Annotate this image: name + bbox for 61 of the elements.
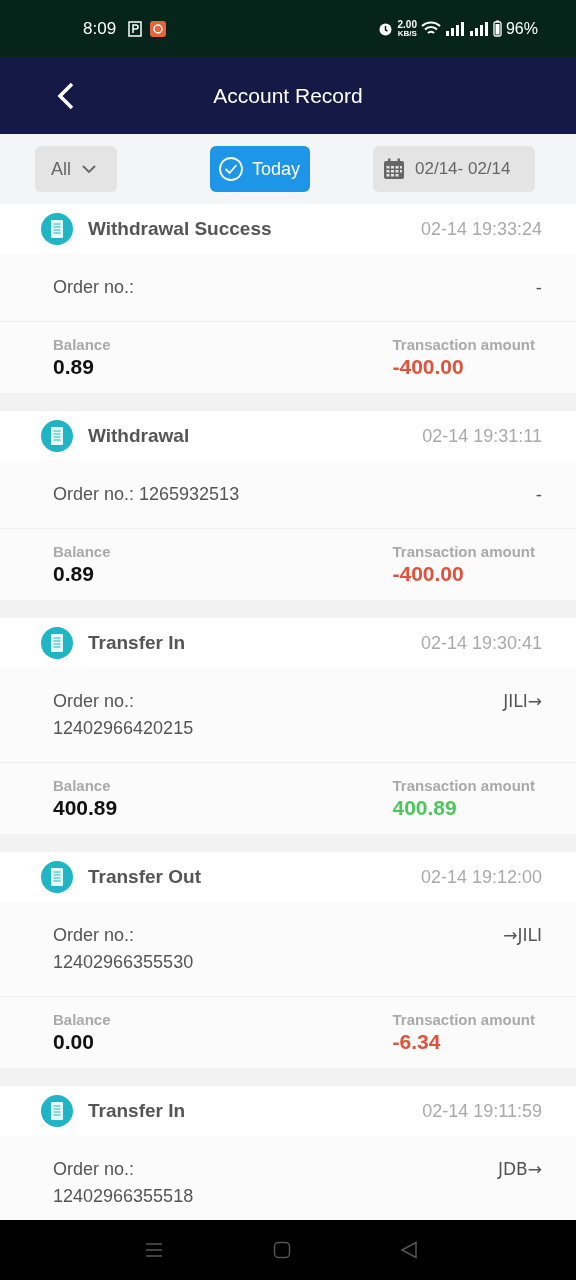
- transaction-amount: 400.89: [392, 796, 458, 820]
- balance-label: Balance: [53, 777, 112, 794]
- back-nav-icon[interactable]: [400, 1241, 418, 1259]
- record-title: Withdrawal: [88, 425, 191, 447]
- battery-icon: [492, 20, 502, 37]
- order-number: Order no.: 12402966355518: [53, 1158, 195, 1208]
- receipt-icon: [40, 626, 74, 660]
- record-title: Transfer Out: [88, 866, 202, 888]
- order-number: Order no.: 12402966355530: [53, 924, 195, 974]
- receipt-icon: [40, 1094, 74, 1128]
- page-title: Account Record: [213, 83, 363, 108]
- back-icon[interactable]: [56, 80, 76, 111]
- home-icon[interactable]: [272, 1241, 291, 1259]
- battery-level: 96%: [505, 19, 538, 38]
- record-title: Transfer In: [88, 1100, 187, 1122]
- parking-icon: [128, 20, 143, 37]
- transfer-channel: JDB→: [498, 1158, 542, 1181]
- receipt-icon: [40, 212, 74, 246]
- status-time: 8:09: [83, 18, 117, 39]
- balance-label: Balance: [53, 1011, 111, 1028]
- type-dropdown[interactable]: All: [35, 146, 117, 192]
- receipt-icon: [40, 419, 74, 453]
- transfer-channel: -: [535, 276, 542, 299]
- transfer-channel: JILI→: [503, 690, 542, 713]
- amount-label: Transaction amount: [392, 336, 535, 353]
- today-button[interactable]: Today: [210, 146, 310, 192]
- check-circle-icon: [218, 156, 244, 182]
- record-title: Withdrawal Success: [88, 218, 273, 240]
- speed-unit: KB/S: [397, 29, 417, 38]
- amount-label: Transaction amount: [392, 543, 535, 560]
- menu-icon[interactable]: [145, 1242, 163, 1258]
- amount-label: Transaction amount: [392, 777, 535, 794]
- date-range-button[interactable]: 02/14- 02/14: [373, 146, 535, 192]
- app-notification-icon: [150, 20, 167, 37]
- record-time: 02-14 19:31:11: [422, 425, 542, 447]
- transaction-amount: -400.00: [392, 355, 465, 379]
- signal-icon: [468, 20, 489, 37]
- record-time: 02-14 19:30:41: [420, 632, 542, 654]
- transfer-channel: -: [535, 483, 542, 506]
- record-time: 02-14 19:12:00: [420, 866, 542, 888]
- chevron-down-icon: [81, 164, 97, 174]
- record-time: 02-14 19:33:24: [420, 218, 542, 240]
- transfer-channel: →JILI: [503, 924, 542, 947]
- order-number: Order no.: 12402966420215: [53, 690, 195, 740]
- order-number: Order no.:: [53, 276, 135, 299]
- balance-label: Balance: [53, 336, 111, 353]
- balance-value: 0.00: [53, 1030, 95, 1054]
- balance-value: 0.89: [53, 562, 95, 586]
- receipt-icon: [40, 860, 74, 894]
- transaction-amount: -400.00: [392, 562, 465, 586]
- amount-label: Transaction amount: [392, 1011, 535, 1028]
- balance-value: 0.89: [53, 355, 95, 379]
- order-number: Order no.: 1265932513: [53, 483, 240, 506]
- calendar-icon: [383, 158, 405, 180]
- balance-label: Balance: [53, 543, 111, 560]
- signal-icon: [444, 20, 465, 37]
- record-time: 02-14 19:11:59: [422, 1100, 542, 1122]
- balance-value: 400.89: [53, 796, 118, 820]
- network-speed: 2.00: [397, 19, 417, 30]
- record-title: Transfer In: [88, 632, 187, 654]
- transaction-amount: -6.34: [392, 1030, 442, 1054]
